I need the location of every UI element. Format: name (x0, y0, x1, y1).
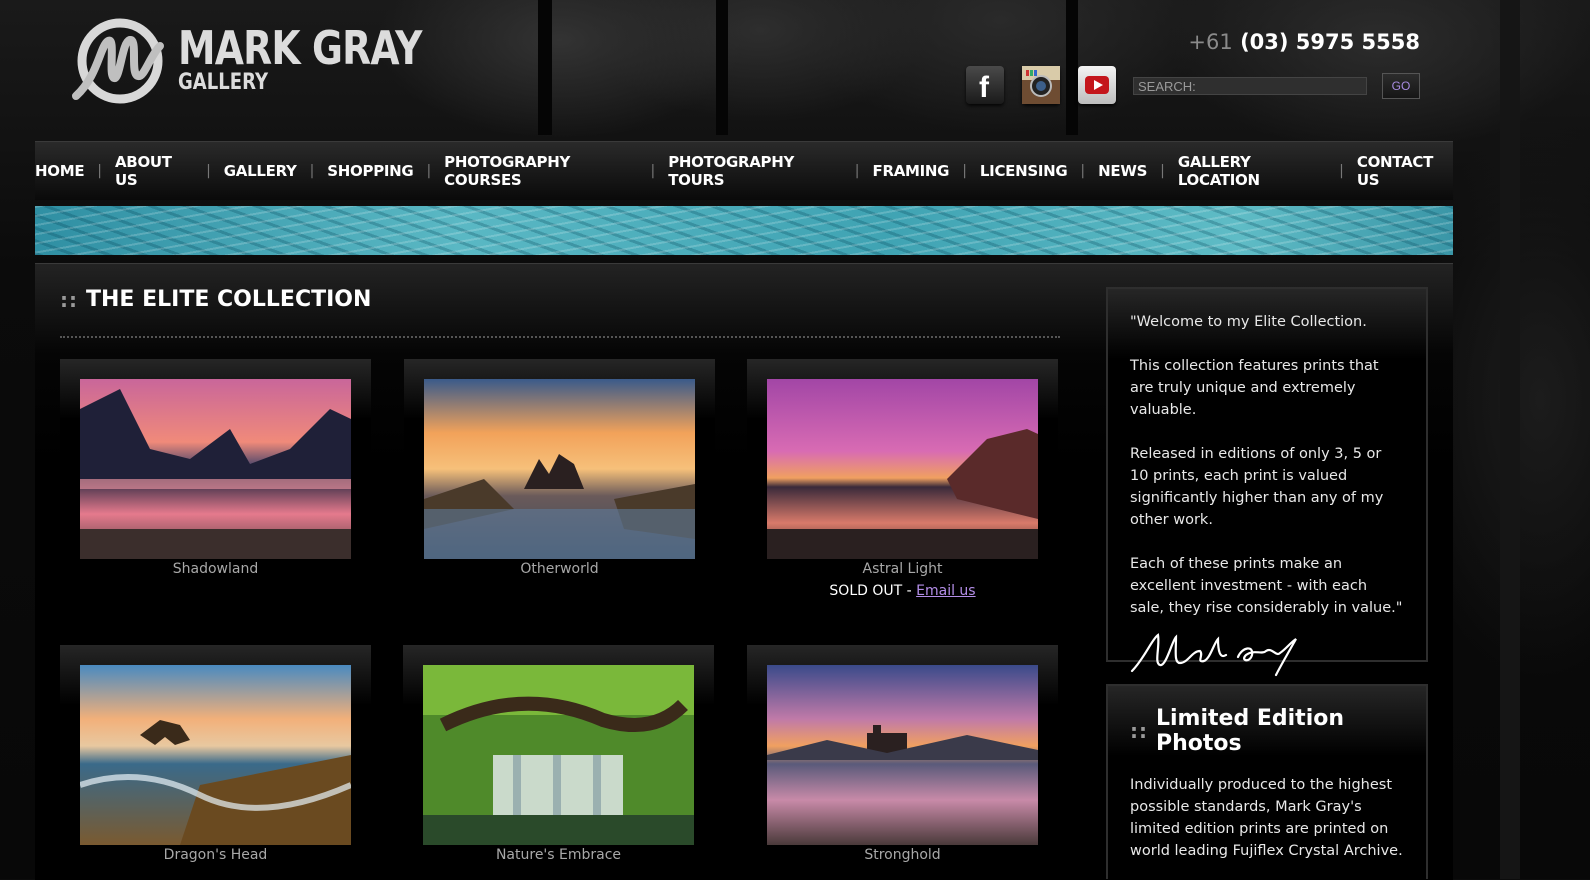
facebook-icon[interactable]: f (966, 66, 1004, 104)
phone-prefix: +61 (1188, 30, 1233, 54)
sold-out-text: SOLD OUT - (829, 583, 917, 599)
nav-separator: | (206, 163, 211, 179)
instagram-icon[interactable] (1022, 66, 1060, 104)
nav-news[interactable]: NEWS (1098, 162, 1147, 180)
page-title: :: THE ELITE COLLECTION (60, 287, 371, 312)
photo-caption[interactable]: Stronghold (747, 847, 1058, 863)
photo-otherworld[interactable] (424, 379, 695, 559)
photo-card-otherworld[interactable] (404, 359, 715, 559)
limited-edition-title: Limited Edition Photos (1156, 706, 1345, 756)
phone-digits: (03) 5975 5558 (1240, 30, 1420, 54)
nav-shopping[interactable]: SHOPPING (327, 162, 413, 180)
nav-separator: | (1160, 163, 1165, 179)
nav-photography-courses[interactable]: PHOTOGRAPHY COURSES (444, 153, 637, 189)
nav-separator: | (854, 163, 860, 179)
nav-photography-tours[interactable]: PHOTOGRAPHY TOURS (668, 153, 842, 189)
nav-home[interactable]: HOME (35, 162, 85, 180)
photo-caption[interactable]: Dragon's Head (60, 847, 371, 863)
photo-dragons-head[interactable] (80, 665, 351, 845)
welcome-paragraph: Released in editions of only 3, 5 or 10 … (1130, 446, 1384, 528)
photo-stronghold[interactable] (767, 665, 1038, 845)
limited-edition-box: :: Limited Edition Photos Individually p… (1106, 684, 1428, 879)
social-links: f (966, 66, 1116, 104)
nav-separator: | (1080, 163, 1086, 179)
water-banner (35, 206, 1453, 255)
nav-contact-us[interactable]: CONTACT US (1357, 153, 1453, 189)
photo-caption[interactable]: Nature's Embrace (403, 847, 714, 863)
nav-separator: | (97, 163, 102, 179)
welcome-paragraph: "Welcome to my Elite Collection. (1130, 314, 1367, 330)
photo-shadowland[interactable] (80, 379, 351, 559)
page-title-text: THE ELITE COLLECTION (86, 287, 372, 312)
nav-about-us[interactable]: ABOUT US (115, 153, 193, 189)
limited-edition-heading: :: Limited Edition Photos (1130, 706, 1404, 756)
nav-framing[interactable]: FRAMING (873, 162, 950, 180)
nav-separator: | (1339, 163, 1344, 179)
photo-caption[interactable]: Otherworld (404, 561, 715, 577)
search-input[interactable] (1133, 77, 1367, 95)
nav-separator: | (309, 163, 315, 179)
svg-text:f: f (979, 71, 990, 104)
photo-natures-embrace[interactable] (423, 665, 694, 845)
nav-gallery-location[interactable]: GALLERY LOCATION (1178, 153, 1326, 189)
photo-astral-light[interactable] (767, 379, 1038, 559)
logo-title: MARK GRAY (178, 21, 422, 75)
photo-card-shadowland[interactable] (60, 359, 371, 559)
signature (1130, 633, 1297, 677)
heading-dots: :: (1130, 719, 1148, 743)
welcome-paragraph: Each of these prints make an excellent i… (1130, 556, 1403, 616)
nav-separator: | (426, 163, 432, 179)
photo-card-dragons-head[interactable] (60, 645, 371, 845)
logo-subtitle: GALLERY (178, 70, 269, 95)
photo-card-natures-embrace[interactable] (403, 645, 714, 845)
phone-number: +61 (03) 5975 5558 (1188, 30, 1420, 54)
photo-caption[interactable]: Astral Light (747, 561, 1058, 577)
logo-m-icon (68, 16, 164, 104)
nav-separator: | (962, 163, 967, 179)
nav-licensing[interactable]: LICENSING (980, 162, 1068, 180)
title-dots: :: (60, 287, 78, 312)
sold-out-notice: SOLD OUT - Email us (747, 583, 1058, 599)
photo-caption[interactable]: Shadowland (60, 561, 371, 577)
welcome-paragraph: This collection features prints that are… (1130, 358, 1379, 418)
nav-separator: | (650, 163, 656, 179)
main-navigation: HOME | ABOUT US | GALLERY | SHOPPING | PHOTO… (35, 141, 1453, 200)
limited-edition-text: Individually produced to the highest pos… (1130, 777, 1403, 859)
photo-card-astral-light[interactable] (747, 359, 1058, 559)
search-go-button[interactable]: GO (1382, 73, 1420, 99)
photo-card-stronghold[interactable] (747, 645, 1058, 845)
site-logo[interactable]: MARK GRAY GALLERY (68, 16, 475, 104)
welcome-box: "Welcome to my Elite Collection. This co… (1106, 287, 1428, 677)
nav-gallery[interactable]: GALLERY (224, 162, 297, 180)
title-divider (60, 336, 1060, 338)
youtube-icon[interactable] (1078, 66, 1116, 104)
email-us-link[interactable]: Email us (916, 583, 975, 599)
